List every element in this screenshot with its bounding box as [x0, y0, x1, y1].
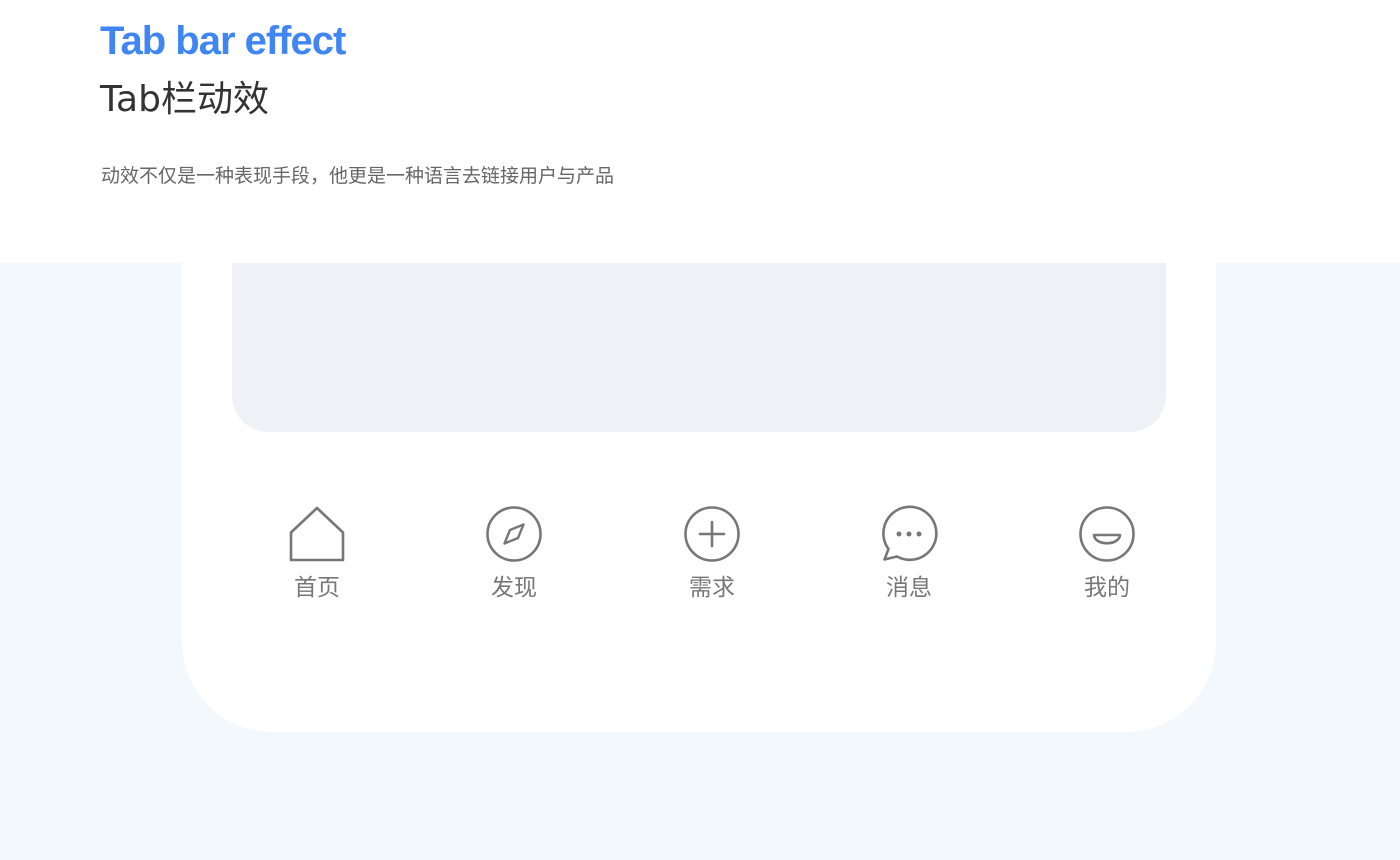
- tab-demand[interactable]: 需求: [652, 505, 772, 609]
- tab-profile[interactable]: 我的: [1047, 505, 1167, 609]
- header: Tab bar effect Tab栏动效 动效不仅是一种表现手段，他更是一种语…: [0, 0, 1400, 263]
- page: { "header": { "title_en": "Tab bar effec…: [0, 0, 1400, 860]
- tab-label-discover: 发现: [491, 575, 537, 601]
- title-en: Tab bar effect: [100, 19, 346, 63]
- subtitle: 动效不仅是一种表现手段，他更是一种语言去链接用户与产品: [101, 165, 615, 187]
- tab-bar: 首页 发现 需求 消息 我的: [182, 505, 1216, 615]
- tab-label-home: 首页: [294, 575, 340, 601]
- tab-messages[interactable]: 消息: [849, 505, 969, 609]
- tab-home[interactable]: 首页: [257, 505, 377, 609]
- tab-label-messages: 消息: [886, 575, 932, 601]
- plus-circle-icon: [683, 505, 741, 563]
- compass-icon: [485, 505, 543, 563]
- chat-bubble-icon: [880, 505, 938, 563]
- tab-discover[interactable]: 发现: [454, 505, 574, 609]
- smile-face-icon: [1078, 505, 1136, 563]
- tab-label-demand: 需求: [689, 575, 735, 601]
- home-icon: [288, 505, 346, 563]
- tab-label-profile: 我的: [1084, 575, 1130, 601]
- title-cn: Tab栏动效: [100, 79, 269, 120]
